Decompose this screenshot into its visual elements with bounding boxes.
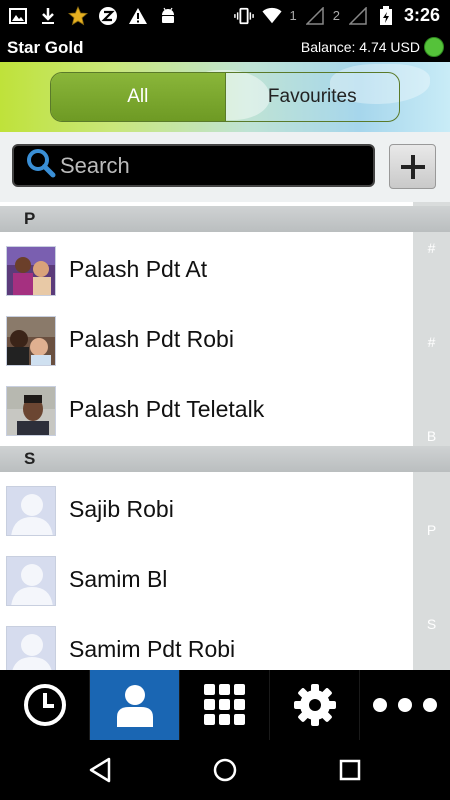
index-letter[interactable]: #	[413, 334, 450, 350]
index-letter[interactable]: P	[413, 522, 450, 538]
warning-icon	[128, 6, 148, 26]
contact-name: Palash Pdt At	[69, 256, 208, 282]
index-letter[interactable]: S	[413, 616, 450, 632]
app-title: Star Gold	[7, 38, 84, 57]
search-row	[0, 132, 450, 202]
clock-icon	[23, 684, 66, 726]
more-icon	[373, 698, 437, 712]
contact-row[interactable]: Sajib Robi	[0, 476, 413, 546]
avatar-placeholder	[6, 626, 56, 670]
contact-list[interactable]: P Palash Pdt At Palash Pdt Robi Palash P…	[0, 202, 450, 670]
recents-square-icon	[339, 759, 361, 781]
contact-name: Palash Pdt Robi	[69, 326, 234, 352]
star-icon	[68, 6, 88, 26]
home-button[interactable]	[211, 756, 239, 784]
contact-row[interactable]: Palash Pdt Robi	[0, 306, 413, 376]
contact-row[interactable]: Samim Bl	[0, 546, 413, 616]
battery-icon	[376, 5, 396, 26]
add-contact-button[interactable]	[389, 144, 436, 189]
system-navigation-bar	[0, 740, 450, 800]
app-root: 1 2 3:26 Star Gold Balance: 4.74 USD All…	[0, 0, 450, 800]
nav-contacts[interactable]	[90, 670, 180, 740]
tabs-banner: All Favourites	[0, 62, 450, 132]
contact-row[interactable]: Palash Pdt At	[0, 236, 413, 306]
avatar	[6, 386, 56, 436]
balance-text: Balance: 4.74 USD	[300, 39, 420, 55]
back-button[interactable]	[86, 756, 114, 784]
gallery-icon	[8, 6, 28, 26]
alphabet-index-bar[interactable]: # # B P S	[413, 202, 450, 670]
dialpad-icon	[203, 684, 245, 725]
download-icon	[38, 6, 58, 26]
nav-more[interactable]	[360, 670, 450, 740]
avatar-placeholder	[6, 556, 56, 606]
gear-icon	[293, 684, 336, 726]
avatar-placeholder	[6, 486, 56, 536]
contact-row[interactable]: Samim Pdt Robi	[0, 616, 413, 670]
tab-favourites[interactable]: Favourites	[224, 73, 400, 121]
status-bar: 1 2 3:26	[0, 0, 450, 32]
android-icon	[158, 6, 178, 26]
recents-button[interactable]	[336, 756, 364, 784]
avatar	[6, 316, 56, 366]
app-header: Star Gold Balance: 4.74 USD	[0, 32, 450, 62]
plus-icon	[400, 154, 425, 179]
avatar	[6, 246, 56, 296]
search-box[interactable]	[12, 144, 375, 187]
bottom-navigation	[0, 670, 450, 740]
person-icon	[116, 685, 153, 727]
clock-time: 3:26	[403, 5, 440, 25]
index-letter[interactable]: B	[413, 428, 450, 444]
contacts-tab-switcher: All Favourites	[50, 72, 400, 122]
search-input[interactable]	[60, 152, 340, 179]
online-status-indicator	[424, 37, 444, 57]
nav-dialpad[interactable]	[180, 670, 270, 740]
contact-name: Samim Bl	[69, 566, 168, 592]
tab-all[interactable]: All	[51, 73, 225, 121]
home-icon	[213, 758, 237, 782]
section-header-s: S	[0, 446, 450, 472]
back-icon	[89, 757, 111, 783]
contact-name: Samim Pdt Robi	[69, 636, 236, 662]
contact-row[interactable]: Palash Pdt Teletalk	[0, 376, 413, 446]
contact-name: Palash Pdt Teletalk	[69, 396, 265, 422]
search-icon	[26, 148, 56, 183]
z-icon	[98, 6, 118, 26]
vibrate-icon	[233, 6, 254, 26]
sim1-label: 1	[289, 8, 297, 23]
signal-icon	[348, 6, 368, 26]
nav-recents[interactable]	[0, 670, 90, 740]
nav-settings[interactable]	[270, 670, 360, 740]
signal-icon	[305, 6, 325, 26]
section-header-p: P	[0, 206, 450, 232]
index-letter[interactable]: #	[413, 240, 450, 256]
sim2-label: 2	[332, 8, 340, 23]
contact-name: Sajib Robi	[69, 496, 174, 522]
wifi-icon	[261, 6, 282, 26]
